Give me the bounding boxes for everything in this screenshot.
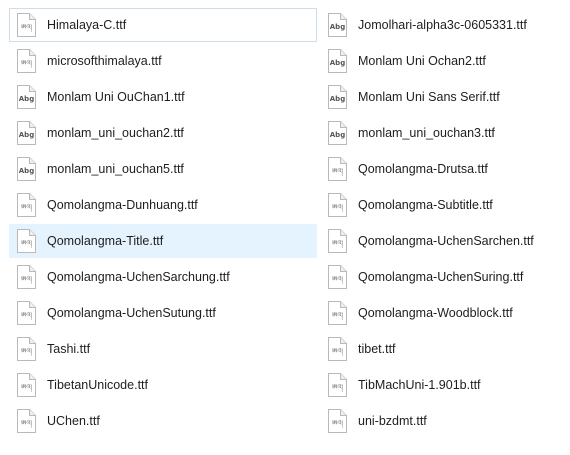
tibetan-font-icon: ཨའ། bbox=[15, 264, 37, 290]
file-item[interactable]: Abg Monlam Uni Ochan2.ttf bbox=[320, 44, 562, 78]
file-item[interactable]: ཨའ། Tashi.ttf bbox=[9, 332, 317, 366]
abg-font-icon: Abg bbox=[15, 84, 37, 110]
svg-text:Abg: Abg bbox=[19, 131, 34, 139]
file-name: monlam_uni_ouchan2.ttf bbox=[47, 126, 184, 140]
file-name: UChen.ttf bbox=[47, 414, 100, 428]
svg-text:Abg: Abg bbox=[330, 23, 345, 31]
file-name: Monlam Uni Ochan2.ttf bbox=[358, 54, 486, 68]
file-name: microsofthimalaya.ttf bbox=[47, 54, 162, 68]
tibetan-font-icon: ཨའ། bbox=[326, 192, 348, 218]
file-item[interactable]: Abg Monlam Uni OuChan1.ttf bbox=[9, 80, 317, 114]
file-name: Qomolangma-Dunhuang.ttf bbox=[47, 198, 198, 212]
file-column-right: Abg Jomolhari-alpha3c-0605331.ttf Abg Monla… bbox=[320, 8, 562, 440]
tibetan-font-icon: ཨའ། bbox=[326, 372, 348, 398]
file-name: Qomolangma-Woodblock.ttf bbox=[358, 306, 513, 320]
tibetan-font-icon: ཨའ། bbox=[326, 408, 348, 434]
file-item[interactable]: ཨའ། Qomolangma-Subtitle.ttf bbox=[320, 188, 562, 222]
file-name: Qomolangma-Drutsa.ttf bbox=[358, 162, 488, 176]
svg-text:Abg: Abg bbox=[19, 167, 34, 175]
abg-font-icon: Abg bbox=[326, 84, 348, 110]
tibetan-font-icon: ཨའ། bbox=[15, 336, 37, 362]
file-item[interactable]: ཨའ། Qomolangma-Dunhuang.ttf bbox=[9, 188, 317, 222]
tibetan-font-icon: ཨའ། bbox=[15, 408, 37, 434]
tibetan-font-icon: ཨའ། bbox=[326, 336, 348, 362]
file-name: Monlam Uni OuChan1.ttf bbox=[47, 90, 185, 104]
file-item[interactable]: Abg Monlam Uni Sans Serif.ttf bbox=[320, 80, 562, 114]
tibetan-font-icon: ཨའ། bbox=[15, 372, 37, 398]
file-name: Jomolhari-alpha3c-0605331.ttf bbox=[358, 18, 527, 32]
file-name: tibet.ttf bbox=[358, 342, 396, 356]
file-item[interactable]: ཨའ། tibet.ttf bbox=[320, 332, 562, 366]
file-item[interactable]: Abg monlam_uni_ouchan3.ttf bbox=[320, 116, 562, 150]
tibetan-font-icon: ཨའ། bbox=[326, 264, 348, 290]
file-item[interactable]: Abg monlam_uni_ouchan5.ttf bbox=[9, 152, 317, 186]
abg-font-icon: Abg bbox=[15, 156, 37, 182]
file-item[interactable]: ཨའ། Qomolangma-UchenSarchung.ttf bbox=[9, 260, 317, 294]
file-name: Qomolangma-UchenSarchen.ttf bbox=[358, 234, 534, 248]
file-name: Monlam Uni Sans Serif.ttf bbox=[358, 90, 500, 104]
file-name: Qomolangma-UchenSarchung.ttf bbox=[47, 270, 230, 284]
tibetan-font-icon: ཨའ། bbox=[15, 48, 37, 74]
file-item[interactable]: Abg Jomolhari-alpha3c-0605331.ttf bbox=[320, 8, 562, 42]
file-item[interactable]: ཨའ། Qomolangma-UchenSarchen.ttf bbox=[320, 224, 562, 258]
file-name: Qomolangma-Subtitle.ttf bbox=[358, 198, 493, 212]
file-item[interactable]: ཨའ། Himalaya-C.ttf bbox=[9, 8, 317, 42]
file-name: monlam_uni_ouchan3.ttf bbox=[358, 126, 495, 140]
file-item[interactable]: ཨའ། UChen.ttf bbox=[9, 404, 317, 438]
svg-text:Abg: Abg bbox=[330, 131, 345, 139]
tibetan-font-icon: ཨའ། bbox=[326, 156, 348, 182]
tibetan-font-icon: ཨའ། bbox=[15, 12, 37, 38]
file-name: Qomolangma-Title.ttf bbox=[47, 234, 164, 248]
tibetan-font-icon: ཨའ། bbox=[15, 228, 37, 254]
abg-font-icon: Abg bbox=[15, 120, 37, 146]
abg-font-icon: Abg bbox=[326, 48, 348, 74]
file-list: ཨའ། Himalaya-C.ttf ཨའ། microsofthimalaya.tt… bbox=[0, 0, 570, 455]
svg-text:Abg: Abg bbox=[19, 95, 34, 103]
tibetan-font-icon: ཨའ། bbox=[326, 300, 348, 326]
file-item[interactable]: Abg monlam_uni_ouchan2.ttf bbox=[9, 116, 317, 150]
file-item[interactable]: ཨའ། microsofthimalaya.ttf bbox=[9, 44, 317, 78]
file-name: Tashi.ttf bbox=[47, 342, 91, 356]
file-name: monlam_uni_ouchan5.ttf bbox=[47, 162, 184, 176]
svg-text:Abg: Abg bbox=[330, 59, 345, 67]
tibetan-font-icon: ཨའ། bbox=[15, 192, 37, 218]
file-name: Qomolangma-UchenSuring.ttf bbox=[358, 270, 524, 284]
abg-font-icon: Abg bbox=[326, 12, 348, 38]
file-name: Himalaya-C.ttf bbox=[47, 18, 127, 32]
file-item[interactable]: ཨའ། Qomolangma-UchenSuring.ttf bbox=[320, 260, 562, 294]
file-item[interactable]: ཨའ། Qomolangma-UchenSutung.ttf bbox=[9, 296, 317, 330]
file-item[interactable]: ཨའ། Qomolangma-Woodblock.ttf bbox=[320, 296, 562, 330]
file-name: uni-bzdmt.ttf bbox=[358, 414, 427, 428]
file-item[interactable]: ཨའ། uni-bzdmt.ttf bbox=[320, 404, 562, 438]
file-item[interactable]: ཨའ། Qomolangma-Title.ttf bbox=[9, 224, 317, 258]
file-name: Qomolangma-UchenSutung.ttf bbox=[47, 306, 216, 320]
file-name: TibetanUnicode.ttf bbox=[47, 378, 148, 392]
tibetan-font-icon: ཨའ། bbox=[15, 300, 37, 326]
svg-text:Abg: Abg bbox=[330, 95, 345, 103]
file-item[interactable]: ཨའ། Qomolangma-Drutsa.ttf bbox=[320, 152, 562, 186]
file-item[interactable]: ཨའ། TibMachUni-1.901b.ttf bbox=[320, 368, 562, 402]
abg-font-icon: Abg bbox=[326, 120, 348, 146]
tibetan-font-icon: ཨའ། bbox=[326, 228, 348, 254]
file-column-left: ཨའ། Himalaya-C.ttf ཨའ། microsofthimalaya.tt… bbox=[9, 8, 317, 440]
file-name: TibMachUni-1.901b.ttf bbox=[358, 378, 481, 392]
file-item[interactable]: ཨའ། TibetanUnicode.ttf bbox=[9, 368, 317, 402]
